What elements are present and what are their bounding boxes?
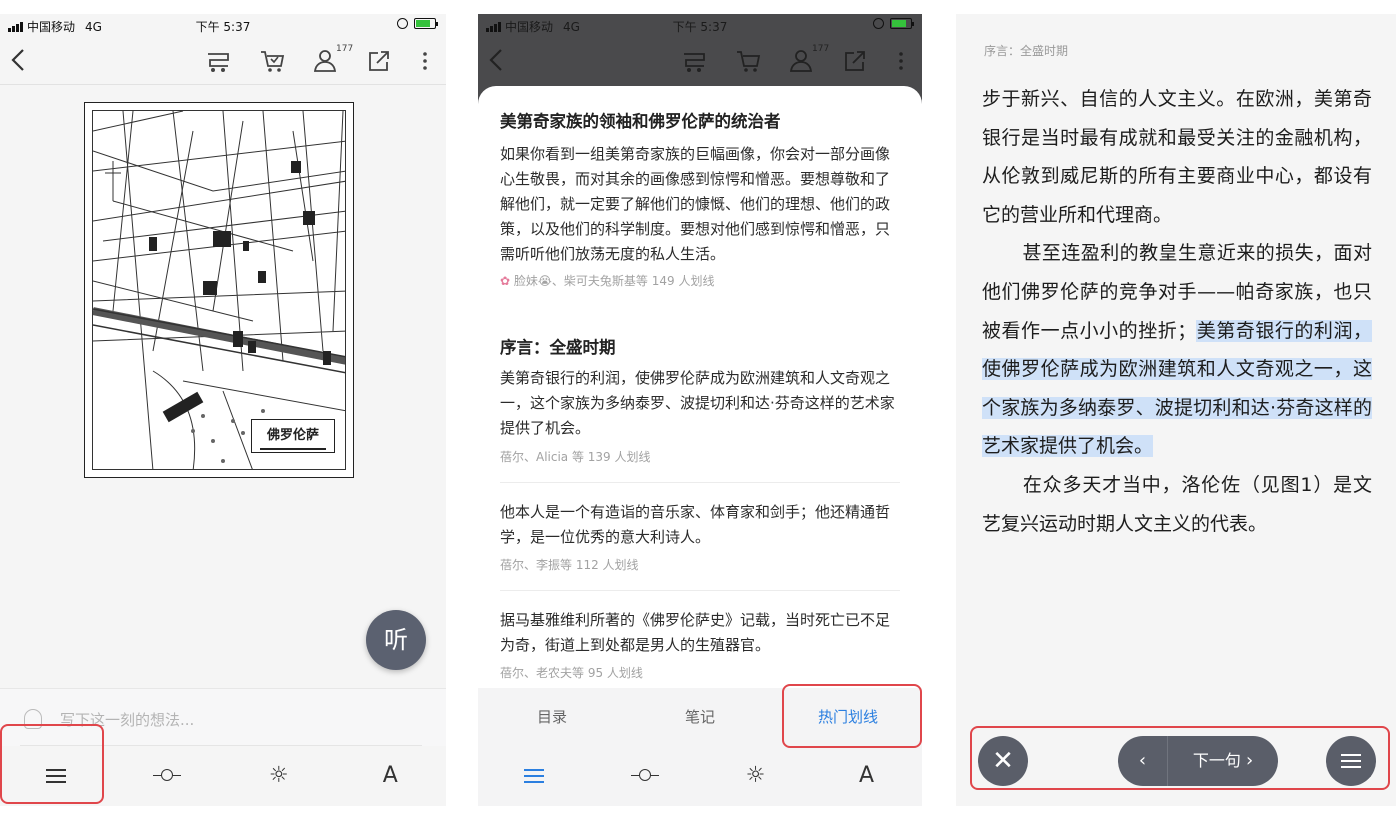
progress-button[interactable] bbox=[589, 746, 700, 806]
listen-button[interactable]: 听 bbox=[366, 610, 426, 670]
tab-catalog[interactable]: 目录 bbox=[478, 688, 626, 746]
progress-slider-icon bbox=[153, 769, 182, 781]
back-icon[interactable] bbox=[486, 46, 506, 79]
highlights-panel: 美第奇家族的领袖和佛罗伦萨的统治者 如果你看到一组美第奇家族的巨幅画像，你会对一… bbox=[478, 86, 922, 688]
highlight-text[interactable]: 如果你看到一组美第奇家族的巨幅画像，你会对一部分画像心生敬畏，而对其余的画像感到… bbox=[500, 142, 900, 267]
status-bar: 中国移动 4G 下午 5:37 bbox=[478, 14, 922, 38]
cart-icon[interactable] bbox=[734, 48, 762, 74]
battery-icon bbox=[890, 18, 914, 29]
annotation-highlight-box bbox=[782, 684, 922, 748]
avatar-icon: ✿ bbox=[500, 274, 511, 288]
highlight-text[interactable]: 据马基雅维利所著的《佛罗伦萨史》记载，当时死亡已不足为奇，街道上到处都是男人的生… bbox=[500, 608, 900, 658]
more-icon[interactable] bbox=[420, 48, 430, 74]
battery-icon bbox=[414, 18, 438, 29]
map-title: 佛罗伦萨 bbox=[251, 419, 335, 453]
status-time: 下午 5:37 bbox=[195, 20, 251, 34]
paragraph: 在众多天才当中，洛伦佐（见图1）是文艺复兴运动时期人文主义的代表。 bbox=[982, 473, 1372, 535]
catalog-button[interactable] bbox=[478, 746, 589, 806]
rotation-lock-icon bbox=[397, 18, 408, 29]
annotation-highlight-box bbox=[970, 726, 1390, 790]
annotation-highlight-box bbox=[0, 724, 104, 804]
city-streets-drawing bbox=[93, 111, 345, 469]
share-icon[interactable] bbox=[842, 48, 870, 74]
readers-icon[interactable]: 177 bbox=[312, 44, 353, 74]
paragraph: 步于新兴、自信的人文主义。在欧洲，美第奇银行是当时最有成就和最受关注的金融机构，… bbox=[982, 88, 1372, 226]
florence-map-image: 佛罗伦萨 bbox=[84, 102, 354, 478]
sun-icon: ☼ bbox=[268, 763, 289, 788]
reader-bottom-toolbar: ☼ A bbox=[478, 746, 922, 806]
highlight-meta: ✿ 脸妹😭、柴可夫兔斯基等 149 人划线 bbox=[500, 274, 715, 288]
font-icon: A bbox=[858, 763, 875, 788]
back-icon[interactable] bbox=[8, 46, 28, 79]
section-title: 美第奇家族的领袖和佛罗伦萨的统治者 bbox=[500, 112, 781, 131]
font-icon: A bbox=[382, 763, 398, 788]
brightness-button[interactable]: ☼ bbox=[223, 746, 335, 806]
status-bar: 中国移动 4G 下午 5:37 bbox=[0, 14, 446, 38]
share-icon[interactable] bbox=[366, 48, 394, 74]
highlight-text[interactable]: 他本人是一个有造诣的音乐家、体育家和剑手；他还精通哲学，是一位优秀的意大利诗人。 bbox=[500, 500, 900, 550]
highlight-text[interactable]: 美第奇银行的利润，使佛罗伦萨成为欧洲建筑和人文奇观之一，这个家族为多纳泰罗、波提… bbox=[500, 366, 900, 441]
more-icon[interactable] bbox=[896, 48, 906, 74]
font-button[interactable]: A bbox=[335, 746, 447, 806]
rotation-lock-icon bbox=[873, 18, 884, 29]
readers-count: 177 bbox=[336, 44, 354, 54]
reading-mode-icon[interactable] bbox=[204, 48, 232, 74]
menu-icon bbox=[523, 769, 544, 783]
reader-top-bar: 177 bbox=[478, 38, 922, 84]
highlight-meta: 蓓尔、李振等 112 人划线 bbox=[500, 558, 639, 572]
reading-mode-icon[interactable] bbox=[680, 48, 708, 74]
font-button[interactable]: A bbox=[811, 746, 922, 806]
reader-map-screen: 中国移动 4G 下午 5:37 177 佛罗伦萨 听 写下这一刻的想法... ☼… bbox=[0, 14, 446, 806]
sun-icon: ☼ bbox=[745, 763, 766, 788]
brightness-button[interactable]: ☼ bbox=[700, 746, 811, 806]
progress-button[interactable] bbox=[112, 746, 224, 806]
status-time: 下午 5:37 bbox=[672, 20, 728, 34]
tab-notes[interactable]: 笔记 bbox=[626, 688, 774, 746]
section-title: 序言：全盛时期 bbox=[500, 338, 616, 357]
highlight-meta: 蓓尔、Alicia 等 139 人划线 bbox=[500, 450, 651, 464]
cart-icon[interactable] bbox=[258, 48, 286, 74]
popular-highlights-screen: 中国移动 4G 下午 5:37 177 美第奇家族的领袖和佛罗伦萨的统治者 如果… bbox=[478, 14, 922, 806]
chapter-header: 序言：全盛时期 bbox=[984, 44, 1069, 58]
highlight-meta: 蓓尔、老农夫等 95 人划线 bbox=[500, 666, 643, 680]
book-text[interactable]: 步于新兴、自信的人文主义。在欧洲，美第奇银行是当时最有成就和最受关注的金融机构，… bbox=[982, 80, 1372, 543]
reading-text-screen: 序言：全盛时期 步于新兴、自信的人文主义。在欧洲，美第奇银行是当时最有成就和最受… bbox=[956, 14, 1396, 806]
readers-count: 177 bbox=[812, 44, 830, 54]
progress-slider-icon bbox=[630, 769, 659, 781]
reader-top-bar: 177 bbox=[0, 38, 446, 84]
readers-icon[interactable]: 177 bbox=[788, 44, 829, 74]
